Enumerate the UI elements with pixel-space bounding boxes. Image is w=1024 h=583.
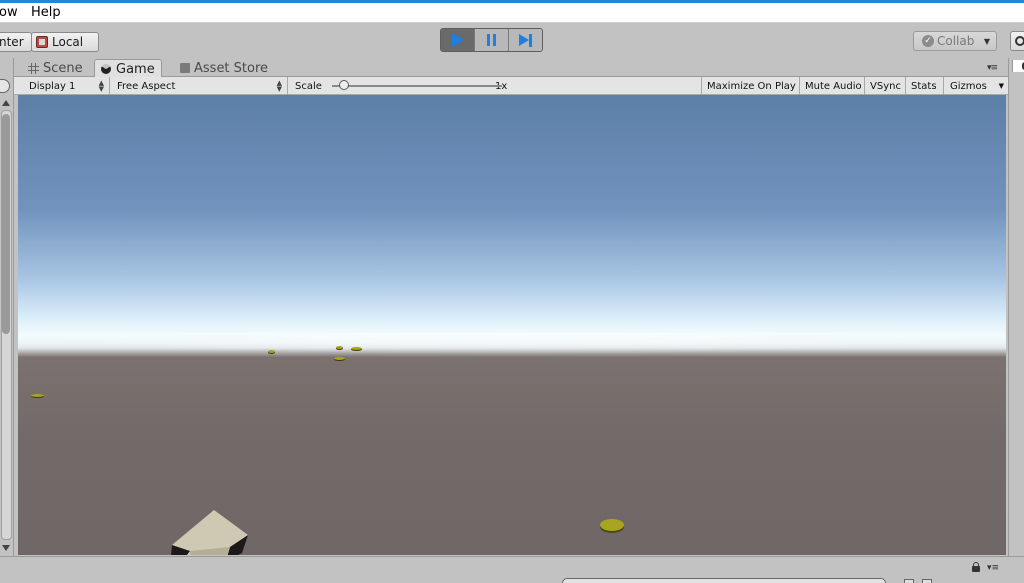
- maximize-label: Maximize On Play: [707, 80, 796, 92]
- coin-pickup: [268, 350, 275, 353]
- tab-asset-store[interactable]: Asset Store: [174, 59, 274, 77]
- stats-toggle[interactable]: Stats: [906, 77, 944, 95]
- left-scrollbar-thumb[interactable]: [2, 114, 10, 334]
- tab-options-menu-icon[interactable]: ▾≡: [987, 63, 998, 73]
- tab-game-label: Game: [116, 61, 155, 77]
- maximize-on-play-toggle[interactable]: Maximize On Play: [702, 77, 800, 95]
- view-tab-bar: Scene Game Asset Store: [14, 58, 1008, 78]
- updown-arrows-icon: ▲ ▼: [276, 79, 282, 93]
- coin-pickup: [31, 394, 44, 397]
- right-docked-panel: [1008, 58, 1024, 558]
- tab-scene-label: Scene: [43, 60, 83, 76]
- collab-label: Collab: [937, 34, 975, 48]
- scale-label: Scale: [295, 80, 322, 92]
- game-controller-icon: [101, 64, 111, 74]
- tab-scene[interactable]: Scene: [22, 59, 89, 77]
- left-docked-panel: [0, 58, 14, 558]
- scale-slider-handle[interactable]: [339, 80, 349, 90]
- play-icon: [451, 33, 464, 47]
- pivot-center-toggle[interactable]: nter: [0, 32, 32, 52]
- bottom-toggle-1[interactable]: [904, 579, 914, 583]
- pause-button[interactable]: [475, 29, 509, 51]
- mute-label: Mute Audio: [805, 80, 862, 92]
- coin-pickup: [336, 346, 343, 349]
- game-view-toolbar: Display 1 ▲▼ Free Aspect ▲▼ Scale 1x Max…: [14, 77, 1008, 95]
- display-dropdown[interactable]: Display 1 ▲ ▼: [22, 77, 110, 95]
- pause-icon: [487, 34, 496, 46]
- pivot-label: nter: [0, 35, 24, 49]
- cloud-icon: [1015, 36, 1024, 46]
- panel-options-menu-icon[interactable]: ▾≡: [987, 563, 999, 573]
- tab-asset-store-label: Asset Store: [194, 60, 269, 76]
- step-button[interactable]: [509, 29, 542, 51]
- menu-window[interactable]: ow: [0, 5, 18, 20]
- bottom-scrollbar[interactable]: [562, 578, 886, 583]
- player-cube: [171, 510, 248, 555]
- vsync-toggle[interactable]: VSync: [865, 77, 906, 95]
- updown-arrows-icon: ▲ ▼: [98, 79, 104, 93]
- playback-controls: [440, 28, 543, 52]
- gizmos-label: Gizmos: [950, 80, 987, 92]
- local-global-toggle[interactable]: Local: [31, 32, 99, 52]
- menu-help[interactable]: Help: [31, 5, 61, 20]
- aspect-dropdown[interactable]: Free Aspect ▲ ▼: [110, 77, 288, 95]
- tab-game[interactable]: Game: [94, 59, 162, 78]
- grid-icon: [28, 62, 39, 74]
- right-panel-tab-icon[interactable]: [1012, 60, 1024, 72]
- account-button[interactable]: [1010, 31, 1024, 51]
- coin-pickup: [334, 357, 345, 360]
- gizmos-dropdown[interactable]: Gizmos ▼: [944, 77, 1008, 95]
- vsync-label: VSync: [870, 80, 901, 92]
- stats-label: Stats: [911, 80, 937, 92]
- scroll-up-arrow-icon[interactable]: [2, 100, 10, 106]
- menu-bar: ow Help: [0, 3, 1024, 23]
- bottom-panel-header: ▾≡: [0, 556, 1024, 583]
- left-panel-search-icon[interactable]: [0, 79, 10, 93]
- display-label: Display 1: [29, 80, 76, 92]
- chevron-down-icon: ▼: [998, 82, 1004, 90]
- collab-check-icon: ✓: [922, 35, 934, 47]
- local-label: Local: [52, 35, 84, 49]
- coin-pickup-near: [600, 519, 624, 531]
- lock-icon[interactable]: [972, 562, 980, 572]
- mute-audio-toggle[interactable]: Mute Audio: [800, 77, 865, 95]
- collab-dropdown[interactable]: ✓ Collab ▼: [913, 31, 997, 51]
- bag-icon: [180, 63, 190, 73]
- step-icon: [519, 33, 532, 47]
- game-viewport[interactable]: [18, 95, 1006, 555]
- coin-pickup: [351, 347, 362, 350]
- play-button[interactable]: [441, 29, 475, 51]
- aspect-label: Free Aspect: [117, 80, 176, 92]
- local-cube-icon: [36, 36, 48, 48]
- main-toolbar: nter Local: [0, 24, 1024, 57]
- bottom-toggle-2[interactable]: [922, 579, 932, 583]
- scale-slider[interactable]: [332, 85, 502, 87]
- chevron-down-icon: ▼: [983, 36, 990, 46]
- scroll-down-arrow-icon[interactable]: [2, 545, 10, 551]
